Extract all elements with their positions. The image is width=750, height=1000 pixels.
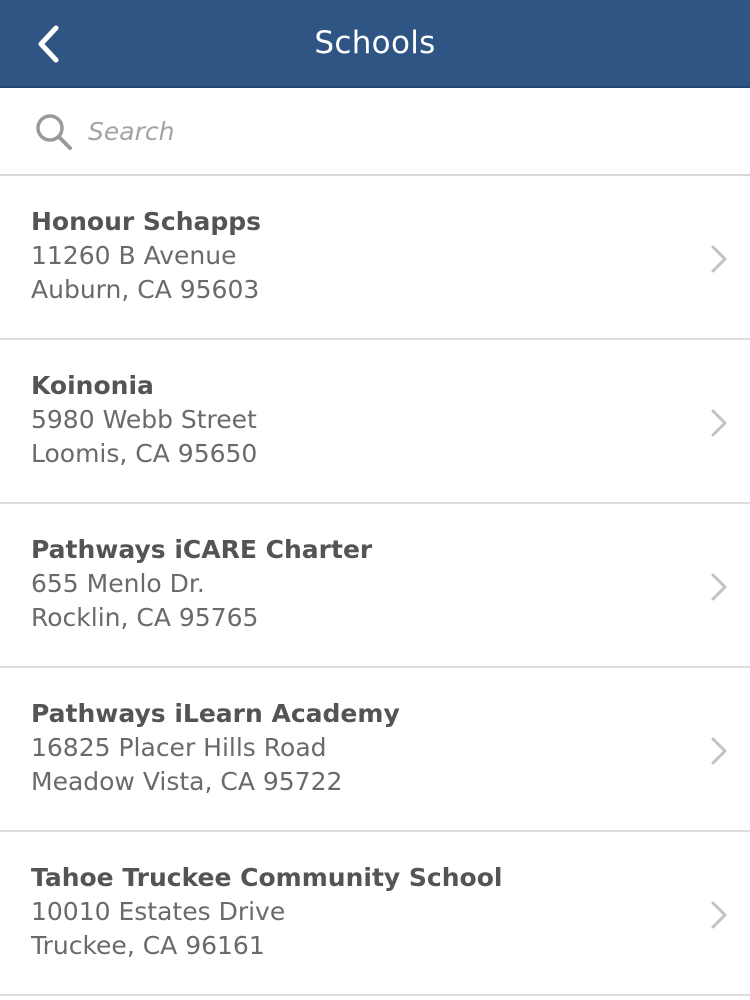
search-input[interactable] (88, 106, 708, 156)
school-city-state-zip: Auburn, CA 95603 (31, 275, 260, 304)
nav-bar: Schools (0, 0, 750, 88)
school-info: Pathways iLearn Academy 16825 Placer Hil… (31, 697, 671, 799)
school-list: Honour Schapps 11260 B Avenue Auburn, CA… (0, 176, 750, 996)
school-row-koinonia[interactable]: Koinonia 5980 Webb Street Loomis, CA 956… (0, 340, 750, 504)
school-row-tahoe-truckee-community-school[interactable]: Tahoe Truckee Community School 10010 Est… (0, 832, 750, 996)
chevron-right-icon (711, 409, 727, 437)
school-address: 10010 Estates Drive (31, 897, 286, 926)
school-address: 16825 Placer Hills Road (31, 733, 327, 762)
school-info: Tahoe Truckee Community School 10010 Est… (31, 861, 671, 963)
school-name: Koinonia (31, 371, 154, 400)
school-row-pathways-icare-charter[interactable]: Pathways iCARE Charter 655 Menlo Dr. Roc… (0, 504, 750, 668)
school-city-state-zip: Truckee, CA 96161 (31, 931, 265, 960)
school-info: Koinonia 5980 Webb Street Loomis, CA 956… (31, 369, 671, 471)
school-address: 655 Menlo Dr. (31, 569, 205, 598)
school-name: Honour Schapps (31, 207, 262, 236)
search-bar (0, 88, 750, 176)
school-city-state-zip: Meadow Vista, CA 95722 (31, 767, 343, 796)
chevron-right-icon (711, 573, 727, 601)
school-name: Tahoe Truckee Community School (31, 863, 503, 892)
school-city-state-zip: Rocklin, CA 95765 (31, 603, 259, 632)
school-info: Pathways iCARE Charter 655 Menlo Dr. Roc… (31, 533, 671, 635)
school-row-pathways-ilearn-academy[interactable]: Pathways iLearn Academy 16825 Placer Hil… (0, 668, 750, 832)
school-name: Pathways iCARE Charter (31, 535, 373, 564)
school-city-state-zip: Loomis, CA 95650 (31, 439, 258, 468)
school-address: 5980 Webb Street (31, 405, 257, 434)
page-title: Schools (314, 25, 436, 61)
chevron-right-icon (711, 245, 727, 273)
school-info: Honour Schapps 11260 B Avenue Auburn, CA… (31, 205, 671, 307)
search-icon (36, 114, 72, 150)
chevron-right-icon (711, 737, 727, 765)
school-address: 11260 B Avenue (31, 241, 237, 270)
school-name: Pathways iLearn Academy (31, 699, 400, 728)
chevron-right-icon (711, 901, 727, 929)
school-row-honour-schapps[interactable]: Honour Schapps 11260 B Avenue Auburn, CA… (0, 176, 750, 340)
